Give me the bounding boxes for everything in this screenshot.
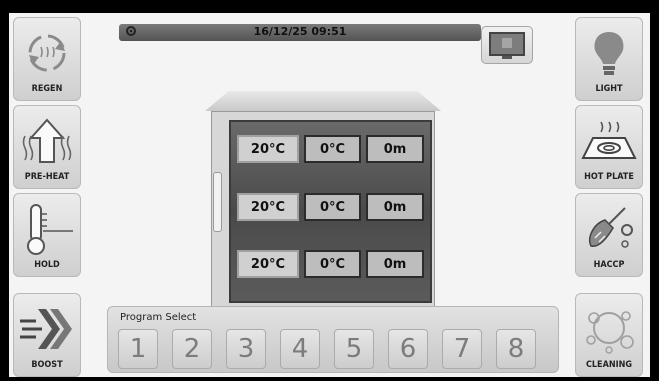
shelf-1-time[interactable]: 0m: [366, 135, 424, 163]
oven-door-handle: [213, 172, 222, 232]
program-button-8[interactable]: 8: [496, 329, 536, 369]
hot-plate-label: HOT PLATE: [584, 172, 634, 182]
cleaning-label: CLEANING: [585, 360, 633, 370]
program-button-7[interactable]: 7: [442, 329, 482, 369]
haccp-label: HACCP: [593, 260, 625, 270]
regen-label: REGEN: [31, 84, 63, 94]
haccp-button[interactable]: HACCP: [575, 193, 643, 277]
shelf-1-temp[interactable]: 20°C: [237, 135, 299, 163]
hot-plate-icon: [576, 112, 642, 170]
program-button-3[interactable]: 3: [226, 329, 266, 369]
hot-plate-button[interactable]: HOT PLATE: [575, 105, 643, 189]
light-bulb-icon: [576, 24, 642, 82]
shelf-2-setpoint[interactable]: 0°C: [304, 193, 361, 221]
light-label: LIGHT: [595, 84, 623, 94]
program-button-4[interactable]: 4: [280, 329, 320, 369]
shelf-2-time[interactable]: 0m: [366, 193, 424, 221]
preheat-button[interactable]: PRE-HEAT: [13, 105, 81, 189]
shelf-row-1: 20°C 0°C 0m: [237, 135, 427, 165]
thermometer-icon: [14, 200, 80, 258]
shelf-row-3: 20°C 0°C 0m: [237, 250, 427, 280]
program-button-1[interactable]: 1: [118, 329, 158, 369]
screen-button[interactable]: [481, 26, 533, 64]
shelf-3-time[interactable]: 0m: [366, 250, 424, 278]
preheat-label: PRE-HEAT: [24, 172, 70, 182]
cleaning-bubbles-icon: [576, 300, 642, 358]
shelf-3-setpoint[interactable]: 0°C: [304, 250, 361, 278]
oven-display: 20°C 0°C 0m 20°C 0°C 0m 20°C 0°C 0m: [205, 91, 441, 309]
program-select-label: Program Select: [120, 312, 197, 323]
oven-roof: [205, 91, 441, 111]
cleaning-button[interactable]: CLEANING: [575, 293, 643, 377]
shelf-2-temp[interactable]: 20°C: [237, 193, 299, 221]
oven-body: 20°C 0°C 0m 20°C 0°C 0m 20°C 0°C 0m: [211, 111, 435, 309]
oven-cavity: 20°C 0°C 0m 20°C 0°C 0m 20°C 0°C 0m: [229, 120, 432, 303]
hold-label: HOLD: [34, 260, 60, 270]
hold-button[interactable]: HOLD: [13, 193, 81, 277]
device-frame: REGEN PRE-HEAT HOLD BOOST 16/12/25 09:51…: [0, 0, 659, 381]
haccp-probe-icon: [576, 200, 642, 258]
program-select-panel: Program Select 1 2 3 4 5 6 7 8: [107, 306, 559, 373]
shelf-3-temp[interactable]: 20°C: [237, 250, 299, 278]
boost-chevrons-icon: [14, 300, 80, 358]
boost-label: BOOST: [31, 360, 63, 370]
light-button[interactable]: LIGHT: [575, 17, 643, 101]
program-button-5[interactable]: 5: [334, 329, 374, 369]
preheat-arrow-icon: [14, 112, 80, 170]
program-button-6[interactable]: 6: [388, 329, 428, 369]
shelf-1-setpoint[interactable]: 0°C: [304, 135, 361, 163]
status-bar: 16/12/25 09:51: [119, 24, 481, 41]
date-time: 16/12/25 09:51: [253, 25, 347, 38]
monitor-icon: [489, 32, 525, 59]
regen-cycle-icon: [14, 24, 80, 82]
program-button-2[interactable]: 2: [172, 329, 212, 369]
regen-button[interactable]: REGEN: [13, 17, 81, 101]
shelf-row-2: 20°C 0°C 0m: [237, 193, 427, 223]
boost-button[interactable]: BOOST: [13, 293, 81, 377]
touch-screen: REGEN PRE-HEAT HOLD BOOST 16/12/25 09:51…: [9, 13, 650, 377]
